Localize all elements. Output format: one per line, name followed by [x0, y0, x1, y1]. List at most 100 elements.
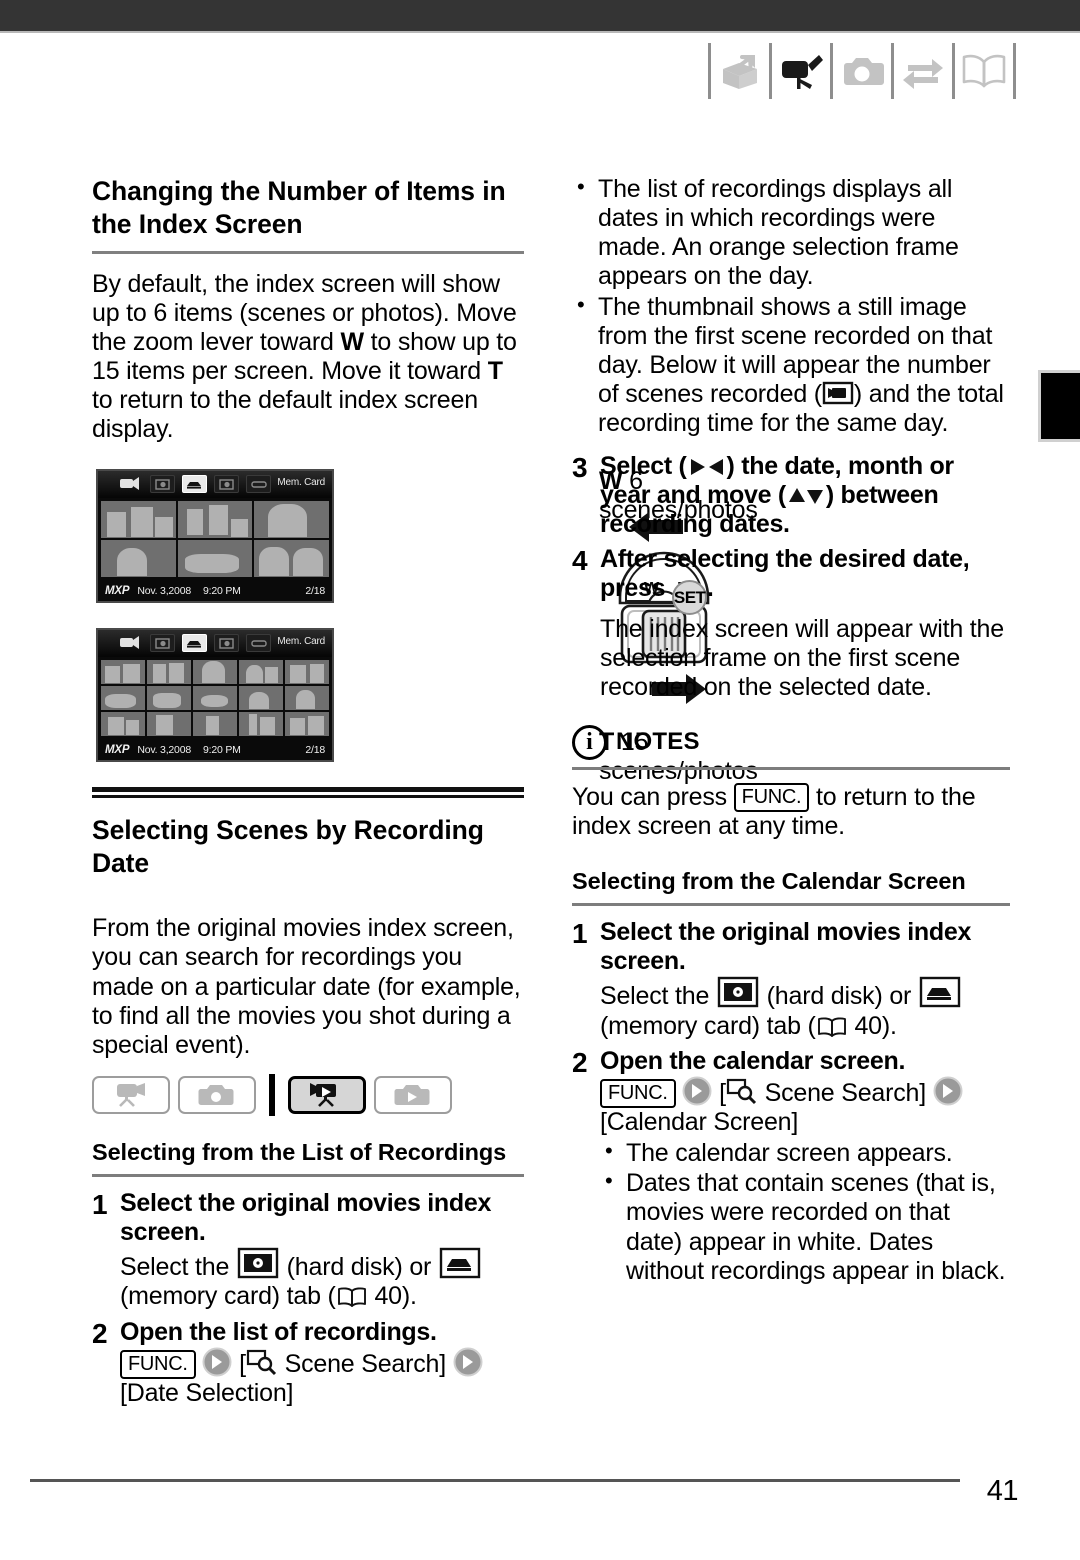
step-1: 1 Select the original movies index scree…	[572, 918, 1010, 1040]
bullet-item: The thumbnail shows a still image from t…	[572, 292, 1010, 439]
photo-record-mode-icon[interactable]	[178, 1075, 256, 1114]
zoom-lever-illustration: W 6 scenes/photos W T 15 scenes/photos	[342, 463, 758, 785]
photo-playback-mode-icon[interactable]	[374, 1075, 452, 1114]
photo-camera-icon	[835, 43, 889, 99]
step-number: 2	[572, 1046, 588, 1078]
calendar-screen-block: Selecting from the Calendar Screen 1 Sel…	[572, 867, 1010, 1287]
thumbnail[interactable]	[285, 711, 329, 736]
func-button-chip[interactable]: FUNC.	[733, 782, 810, 812]
scene-count-icon	[822, 380, 854, 406]
menu-label-scene-search: Scene Search	[284, 1349, 440, 1378]
thumbnail[interactable]	[147, 659, 191, 684]
memory-card-movie-tab-icon[interactable]	[182, 475, 207, 493]
section2-title: Selecting Scenes by Recording Date	[92, 814, 484, 878]
top-bullet-list: The list of recordings displays all date…	[572, 174, 1010, 439]
thumbnail[interactable]	[101, 500, 176, 538]
section2-paragraph: From the original movies index screen, y…	[92, 914, 521, 1059]
notes-text: You can press FUNC. to return to the ind…	[572, 782, 1010, 842]
step-2: 2 Open the list of recordings. FUNC. [ S…	[92, 1318, 524, 1409]
recording-mode-label: MXP	[105, 584, 130, 597]
step-detail-d: ).	[401, 1282, 417, 1311]
step-menu-path: FUNC. [ Scene Search]	[120, 1347, 524, 1379]
calendar-bullet-list: The calendar screen appears. Dates that …	[600, 1138, 1010, 1286]
index-screen-status-bar: MXP Nov. 3,2008 9:20 PM 2/18	[98, 581, 332, 601]
movie-record-mode-icon[interactable]	[92, 1075, 170, 1114]
scene-search-icon	[726, 1077, 758, 1105]
notes-label: NOTES	[616, 728, 700, 755]
step-detail-page: 40	[374, 1282, 402, 1311]
index-screen-15-items: Mem. Card MXP Nov. 3,2008 9:20 PM 2/18	[96, 627, 334, 762]
step-number: 4	[572, 545, 588, 577]
memory-card-badge: Mem. Card	[277, 476, 325, 488]
thumbnail[interactable]	[254, 500, 329, 538]
thumbnail[interactable]	[285, 659, 329, 684]
set-button-chip[interactable]: SET	[671, 580, 707, 616]
thumbnail[interactable]	[193, 685, 237, 710]
step-heading: Select () the date, month or year and mo…	[600, 452, 1010, 539]
thumbnail[interactable]	[254, 539, 329, 577]
thumbnail[interactable]	[177, 539, 253, 577]
movie-playback-mode-icon[interactable]	[288, 1075, 366, 1114]
subsection-title-calendar: Selecting from the Calendar Screen	[572, 868, 966, 895]
page-title: Changing the Number of Items in the Inde…	[92, 176, 506, 240]
playlist-tab-icon	[246, 475, 271, 493]
thumbnail[interactable]	[193, 659, 237, 684]
step-detail-b: (hard disk) or	[279, 1253, 438, 1282]
func-button-chip[interactable]: FUNC.	[120, 1349, 196, 1379]
thumbnail[interactable]	[239, 711, 283, 736]
open-book-icon	[957, 43, 1011, 99]
header-divider	[952, 43, 955, 99]
func-button-chip[interactable]: FUNC.	[600, 1078, 676, 1109]
thumbnail[interactable]	[239, 685, 283, 710]
thumbnail[interactable]	[101, 539, 176, 577]
index-screen-tab-bar: Mem. Card	[98, 629, 332, 657]
index-screen-figure: Mem. Card MXP Nov. 3,2008 9:20 PM 2/18 M…	[92, 463, 758, 785]
thumbnail[interactable]	[101, 685, 145, 710]
zoom-w-label: W	[340, 328, 365, 356]
step-number: 1	[92, 1189, 108, 1221]
step-menu-path: FUNC. [ Scene Search]	[600, 1076, 1010, 1109]
step-detail-d: ).	[881, 1011, 897, 1040]
memory-card-movie-tab-icon[interactable]	[182, 634, 207, 652]
thumbnail[interactable]	[101, 659, 145, 684]
list-of-recordings-block: Selecting from the List of Recordings 1 …	[92, 1138, 524, 1408]
book-reference-icon	[816, 1016, 848, 1038]
hard-disk-photo-tab-icon	[150, 634, 175, 652]
arrow-right-circle-icon	[682, 1076, 712, 1106]
zoom-t-label: T	[487, 357, 503, 386]
hard-disk-icon	[236, 1247, 280, 1279]
recording-time: 9:20 PM	[202, 743, 241, 756]
thumbnail[interactable]	[239, 659, 283, 684]
right-column: The list of recordings displays all date…	[572, 174, 1010, 1293]
step-head-b: .	[706, 574, 714, 603]
thumbnail[interactable]	[285, 685, 329, 710]
step-detail-page: 40	[854, 1011, 882, 1040]
movie-tab-icon	[116, 634, 143, 652]
section2-rule	[92, 786, 524, 798]
step-detail-b: (hard disk) or	[759, 982, 918, 1011]
thumbnail[interactable]	[147, 711, 191, 736]
chapter-edge-tab	[1038, 370, 1080, 442]
header-divider	[891, 43, 894, 99]
menu-label-date-selection: [Date Selection]	[120, 1378, 294, 1407]
subsection-rule	[572, 903, 1010, 907]
page-counter: 2/18	[305, 743, 325, 756]
step-detail-a: Select the	[600, 982, 716, 1011]
step-detail: Select the (hard disk) or (memory card) …	[600, 976, 1010, 1040]
unpack-box-icon	[713, 43, 767, 99]
left-column: Changing the Number of Items in the Inde…	[92, 175, 758, 1414]
step-number: 2	[92, 1317, 108, 1349]
subsection-title-list: Selecting from the List of Recordings	[92, 1138, 507, 1165]
step-1: 1 Select the original movies index scree…	[92, 1189, 524, 1311]
memory-card-photo-tab-icon	[214, 475, 239, 493]
thumbnail-grid-6	[98, 498, 332, 580]
thumbnail[interactable]	[177, 500, 253, 538]
thumbnail[interactable]	[193, 711, 237, 736]
scene-search-icon	[246, 1348, 278, 1376]
mode-button-row	[92, 1073, 524, 1116]
thumbnail[interactable]	[101, 711, 145, 736]
thumbnail[interactable]	[147, 685, 191, 710]
title-rule	[92, 250, 524, 254]
index-screen-6-items: Mem. Card MXP Nov. 3,2008 9:20 PM 2/18	[96, 468, 334, 603]
step-detail-c: (memory card) tab (	[600, 1011, 816, 1040]
